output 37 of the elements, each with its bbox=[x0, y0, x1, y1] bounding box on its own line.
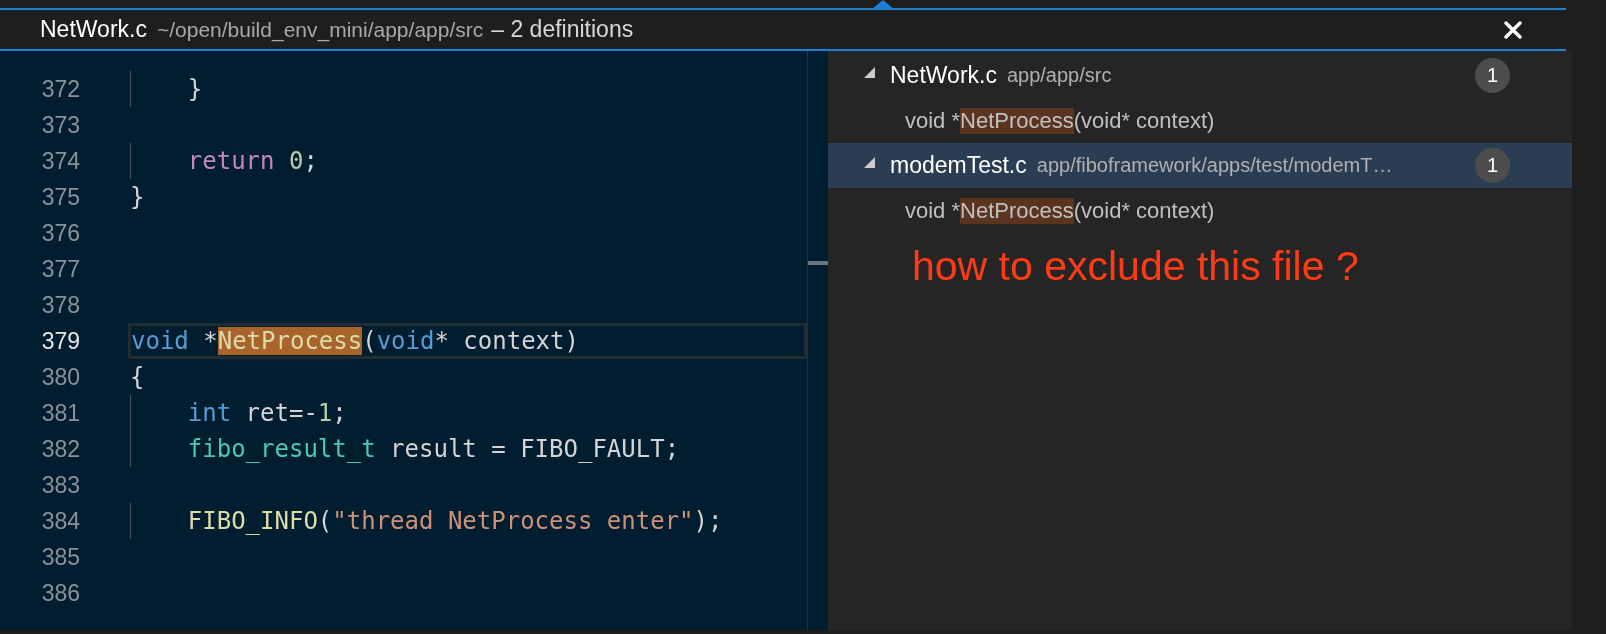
line-number: 386 bbox=[40, 579, 80, 607]
line-number: 378 bbox=[40, 291, 80, 319]
scroll-position-mark bbox=[808, 261, 828, 265]
line-number: 375 bbox=[40, 183, 80, 211]
code-line: return 0; bbox=[186, 147, 318, 175]
definitions-count: – 2 definitions bbox=[491, 16, 634, 43]
code-line: } bbox=[186, 75, 203, 103]
code-line: FIBO_INFO("thread NetProcess enter"); bbox=[186, 507, 723, 535]
expanded-triangle-icon[interactable] bbox=[864, 157, 875, 168]
peek-file-name: NetWork.c bbox=[40, 16, 147, 43]
line-number: 373 bbox=[40, 111, 80, 139]
count-badge: 1 bbox=[1475, 58, 1510, 93]
line-number: 381 bbox=[40, 399, 80, 427]
code-line: int ret=-1; bbox=[186, 399, 347, 427]
code-line: { bbox=[130, 363, 145, 391]
line-number: 383 bbox=[40, 471, 80, 499]
annotation-text: how to exclude this file ? bbox=[912, 243, 1359, 290]
line-number: 382 bbox=[40, 435, 80, 463]
line-number: 377 bbox=[40, 255, 80, 283]
peek-file-path: ~/open/build_env_mini/app/app/src bbox=[156, 18, 484, 42]
close-icon[interactable] bbox=[1504, 20, 1522, 39]
line-number: 380 bbox=[40, 363, 80, 391]
line-number: 374 bbox=[40, 147, 80, 175]
match-result-row[interactable]: void *NetProcess(void* context) bbox=[828, 188, 1572, 233]
line-number: 384 bbox=[40, 507, 80, 535]
line-number: 372 bbox=[40, 75, 80, 103]
file-result-row[interactable]: NetWork.c app/app/src 1 bbox=[828, 53, 1572, 98]
code-line: void *NetProcess(void* context) bbox=[131, 327, 579, 355]
file-result-row[interactable]: modemTest.c app/fiboframework/apps/test/modemT… 1 bbox=[828, 143, 1572, 188]
count-badge: 1 bbox=[1475, 148, 1510, 183]
expanded-triangle-icon[interactable] bbox=[864, 67, 875, 78]
line-number: 385 bbox=[40, 543, 80, 571]
code-line: } bbox=[130, 183, 145, 211]
match-result-row[interactable]: void *NetProcess(void* context) bbox=[828, 98, 1572, 143]
line-number: 379 bbox=[40, 327, 80, 355]
code-line: fibo_result_t result = FIBO_FAULT; bbox=[186, 435, 680, 463]
line-number: 376 bbox=[40, 219, 80, 247]
